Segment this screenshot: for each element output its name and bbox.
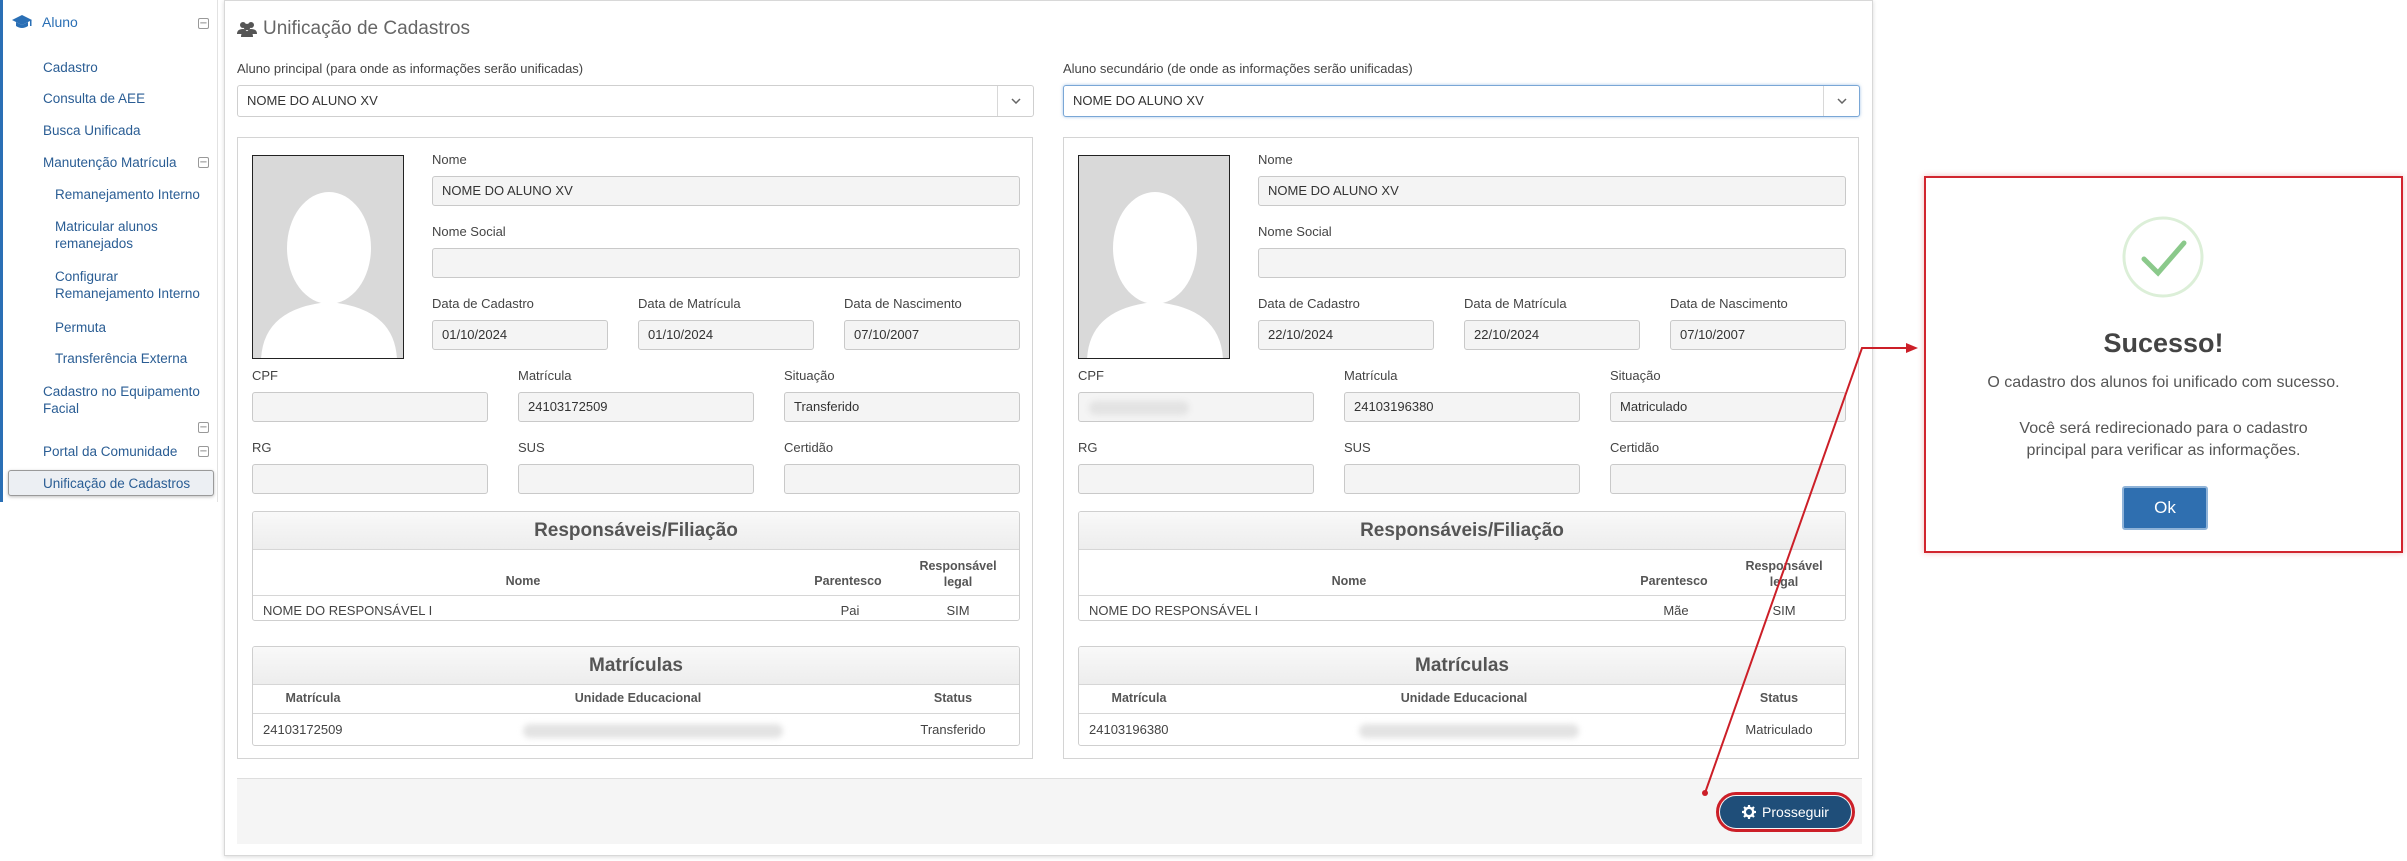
dialog-message-line3: principal para verificar as informações. bbox=[2026, 442, 2301, 459]
success-dialog: Sucesso! O cadastro dos alunos foi unifi… bbox=[1924, 176, 2403, 553]
dialog-message: O cadastro dos alunos foi unificado com … bbox=[1987, 374, 2340, 391]
success-check-icon bbox=[2122, 216, 2204, 298]
dialog-message-line2: Você será redirecionado para o cadastro bbox=[2019, 420, 2308, 437]
dialog-title: Sucesso! bbox=[2103, 328, 2224, 358]
ok-button[interactable]: Ok bbox=[2122, 486, 2208, 530]
